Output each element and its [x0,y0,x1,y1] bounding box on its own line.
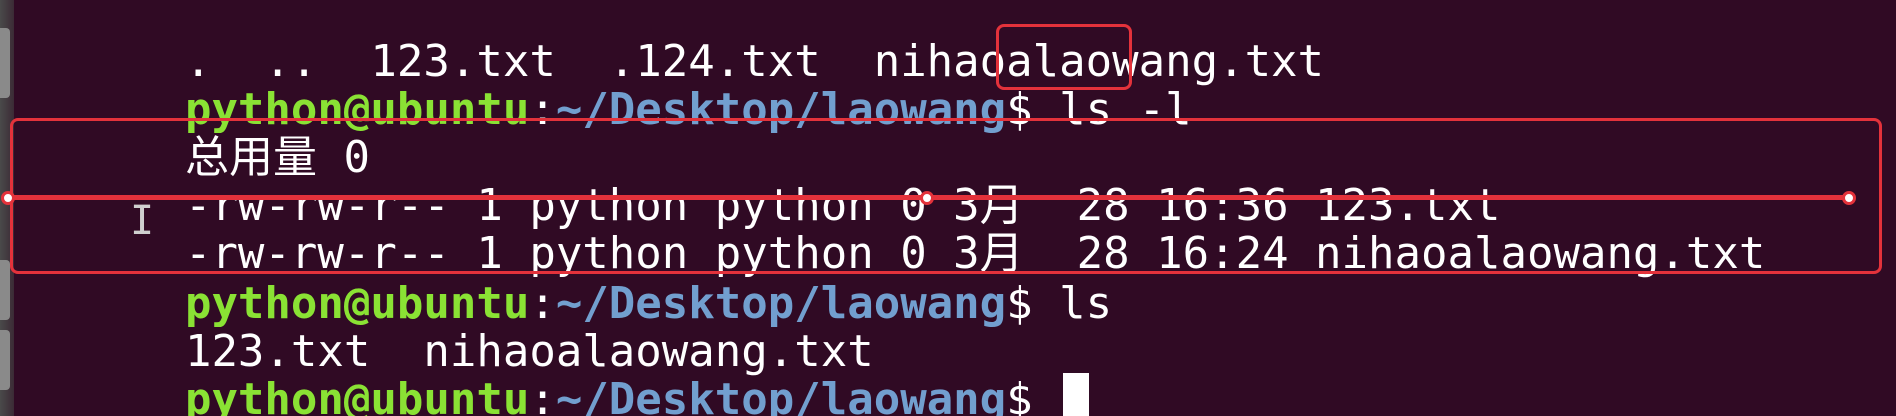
ibeam-cursor-icon: I [130,198,155,244]
prompt-dollar: $ [1006,374,1033,416]
annotation-handle [920,191,934,205]
prompt-colon: : [529,374,556,416]
text-cursor [1063,373,1090,416]
prompt-path: ~/Desktop/laowang [555,374,1007,416]
annotation-handle [1842,191,1856,205]
launcher-edge [0,0,14,416]
command-text [1033,374,1060,416]
terminal-line: python@ubuntu:~/Desktop/laowang$ [26,314,1090,416]
annotation-handle [1,191,15,205]
prompt-user-host: python@ubuntu [184,374,530,416]
launcher-item[interactable] [0,330,10,390]
terminal-output[interactable]: . .. 123.txt .124.txt nihaoalaowang.txt … [26,0,1896,416]
terminal-window[interactable]: . .. 123.txt .124.txt nihaoalaowang.txt … [0,0,1896,416]
launcher-item[interactable] [0,28,10,98]
launcher-item[interactable] [0,260,10,320]
